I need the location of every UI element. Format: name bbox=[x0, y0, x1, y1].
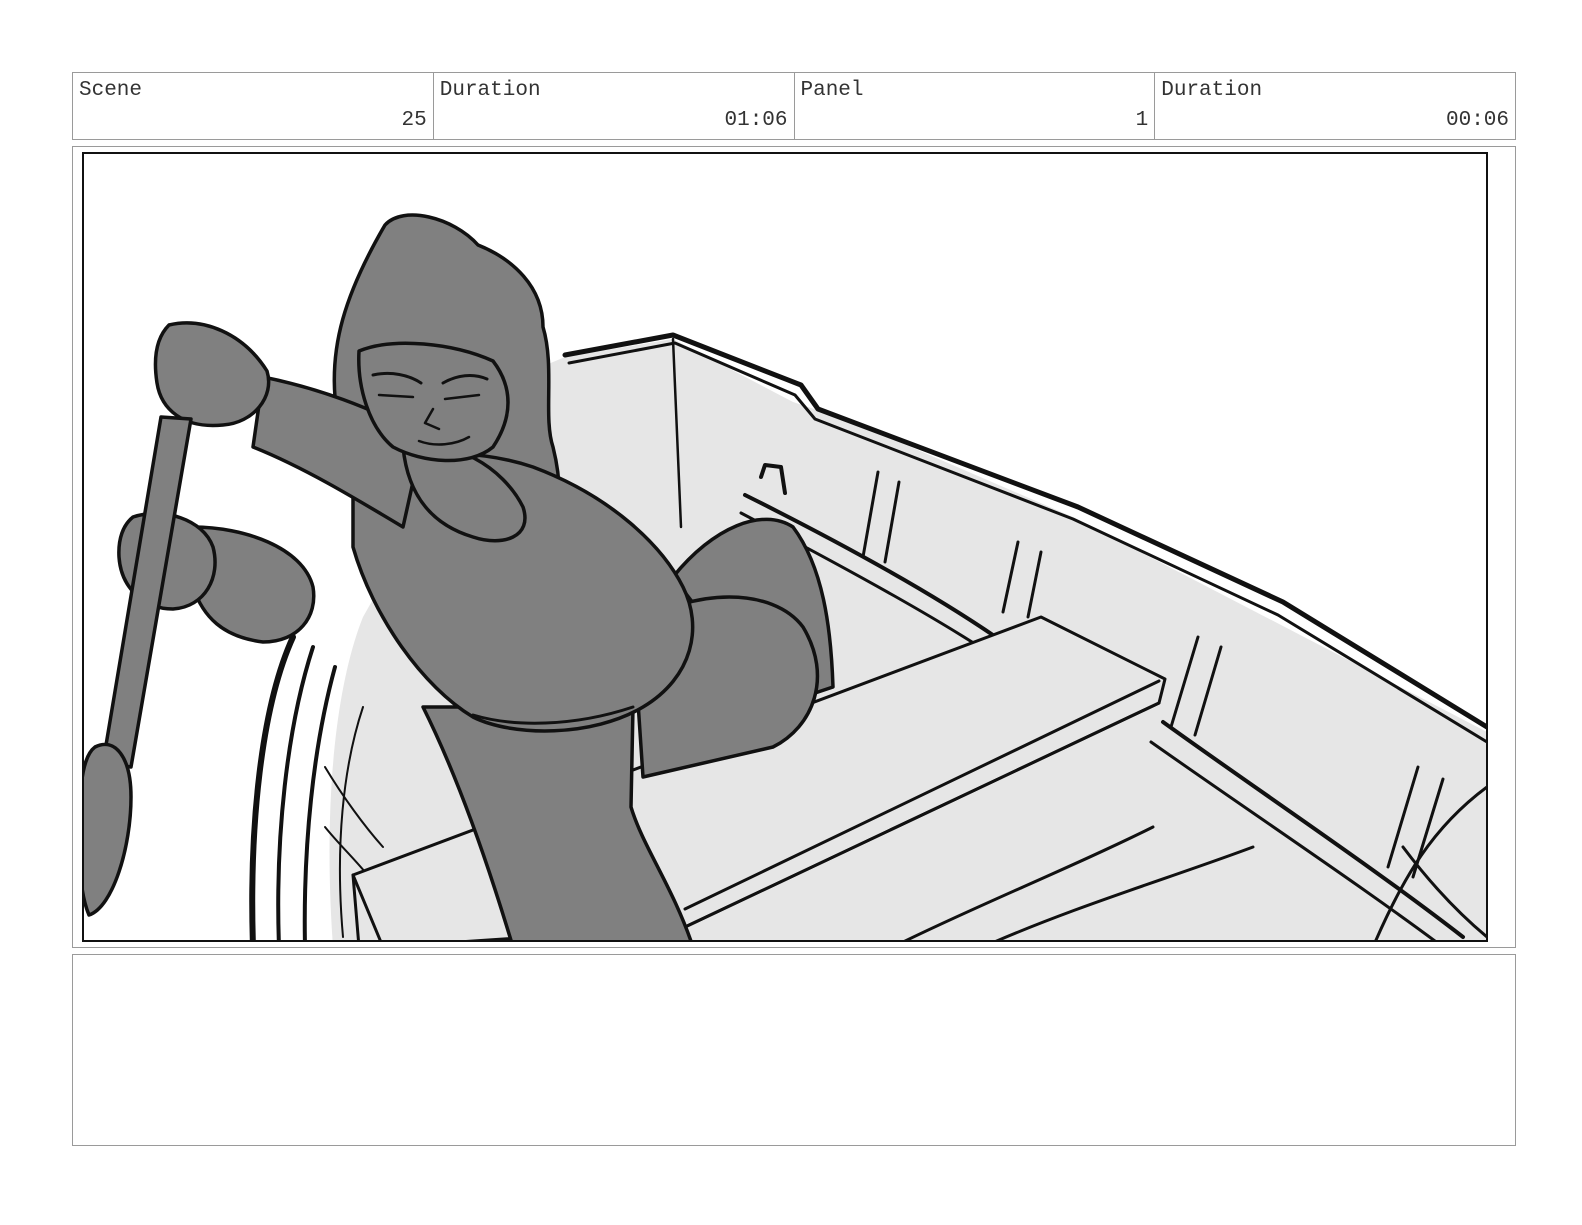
scene-duration-cell: Duration 01:06 bbox=[434, 73, 795, 139]
panel-duration-label: Duration bbox=[1161, 79, 1263, 102]
panel-label: Panel bbox=[800, 79, 864, 102]
scene-label: Scene bbox=[79, 79, 143, 102]
panel-duration-value: 00:06 bbox=[1445, 109, 1509, 132]
storyboard-header: Scene 25 Duration 01:06 Panel 1 Duration… bbox=[72, 72, 1516, 140]
panel-number: 1 bbox=[1135, 109, 1149, 132]
panel-cell: Panel 1 bbox=[795, 73, 1156, 139]
scene-cell: Scene 25 bbox=[73, 73, 434, 139]
scene-duration-label: Duration bbox=[439, 79, 541, 102]
scene-number: 25 bbox=[401, 109, 427, 132]
panel-duration-cell: Duration 00:06 bbox=[1155, 73, 1515, 139]
panel-drawing bbox=[82, 152, 1488, 942]
storyboard-panel bbox=[72, 146, 1516, 948]
notes-box[interactable] bbox=[72, 954, 1516, 1146]
scene-duration-value: 01:06 bbox=[724, 109, 788, 132]
